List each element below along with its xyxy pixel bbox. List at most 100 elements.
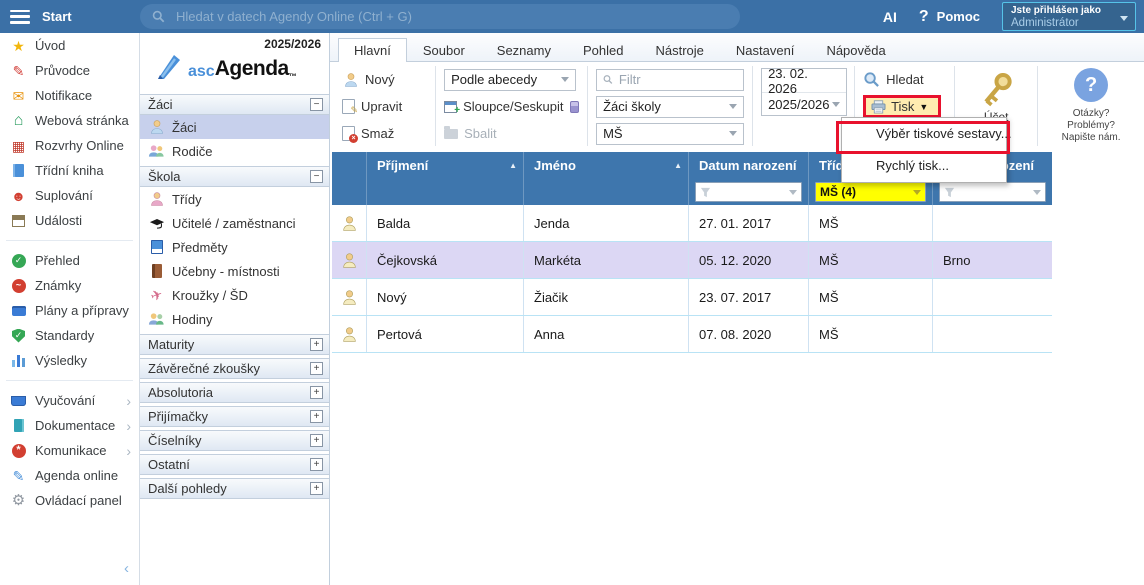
panel-item-tridy[interactable]: Třídy	[140, 187, 329, 211]
search-button[interactable]: Hledat	[863, 68, 946, 91]
menu-item-vyber-tiskove-sestavy[interactable]: Výběr tiskové sestavy...	[842, 118, 1006, 150]
column-header-datum-narozeni[interactable]: Datum narození	[688, 152, 808, 205]
sidebar-item-udalosti[interactable]: Události	[0, 208, 139, 233]
sidebar-item-notifikace[interactable]: ✉ Notifikace	[0, 83, 139, 108]
start-button[interactable]: Start	[42, 9, 72, 24]
tab-nastroje[interactable]: Nástroje	[639, 38, 719, 61]
expand-section-icon[interactable]: +	[310, 482, 323, 495]
section-header-ostatni[interactable]: Ostatní +	[140, 454, 329, 475]
table-row[interactable]: Nový Žiačik 23. 07. 2017 MŠ	[332, 279, 1052, 316]
ai-button[interactable]: AI	[883, 9, 897, 25]
class-filter-active[interactable]: MŠ (4)	[815, 182, 926, 202]
edit-record-button[interactable]: ✎ Upravit	[342, 95, 427, 118]
sidebar-item-tridni-kniha[interactable]: Třídní kniha	[0, 158, 139, 183]
tab-hlavni[interactable]: Hlavní	[338, 38, 407, 62]
delete-document-icon: ×	[342, 126, 355, 141]
sidebar-collapse-arrow[interactable]: ‹	[124, 560, 129, 577]
sidebar-item-ovladaci-panel[interactable]: ⚙ Ovládací panel	[0, 488, 139, 513]
section-header-dalsi-pohledy[interactable]: Další pohledy +	[140, 478, 329, 499]
sort-order-select[interactable]: Podle abecedy	[444, 69, 576, 91]
table-row-selected[interactable]: Čejkovská Markéta 05. 12. 2020 MŠ Brno	[332, 242, 1052, 279]
account-button[interactable]: Účet	[974, 68, 1018, 124]
tab-soubor[interactable]: Soubor	[407, 38, 481, 61]
section-header-zaverecne-zkousky[interactable]: Závěrečné zkoušky +	[140, 358, 329, 379]
shield-icon: ✓	[10, 328, 27, 344]
chevron-down-icon	[1120, 16, 1128, 21]
sidebar-item-rozvrhy-online[interactable]: ▦ Rozvrhy Online	[0, 133, 139, 158]
help-question-icon[interactable]: ?	[1074, 68, 1108, 102]
collapse-section-icon[interactable]: −	[310, 170, 323, 183]
print-button[interactable]: Tisk ▼	[863, 95, 941, 118]
table-row[interactable]: Balda Jenda 27. 01. 2017 MŠ	[332, 205, 1052, 242]
sidebar-item-prehled[interactable]: ✓ Přehled	[0, 248, 139, 273]
toolbar-group-record-actions: Nový ✎ Upravit × Smaž	[334, 66, 436, 146]
sidebar-item-znamky[interactable]: ~ Známky	[0, 273, 139, 298]
section-header-ciselniky[interactable]: Číselníky +	[140, 430, 329, 451]
expand-section-icon[interactable]: +	[310, 458, 323, 471]
hamburger-menu-icon[interactable]	[10, 10, 30, 24]
section-header-prijimacky[interactable]: Přijímačky +	[140, 406, 329, 427]
sidebar-item-pruvodce[interactable]: ✎ Průvodce	[0, 58, 139, 83]
class-select[interactable]: MŠ	[596, 123, 744, 145]
logo-asc-text: asc	[188, 63, 215, 81]
panel-item-krouzky[interactable]: ✈ Kroužky / ŠD	[140, 283, 329, 307]
panel-item-rodice[interactable]: Rodiče	[140, 139, 329, 163]
birth-date-filter[interactable]	[695, 182, 802, 202]
save-layout-icon[interactable]	[570, 101, 580, 113]
current-date-field[interactable]: 23. 02. 2026	[762, 69, 846, 92]
dropdown-arrow-icon: ▼	[919, 102, 928, 112]
section-header-absolutoria[interactable]: Absolutoria +	[140, 382, 329, 403]
sidebar-item-standardy[interactable]: ✓ Standardy	[0, 323, 139, 348]
section-header-maturity[interactable]: Maturity +	[140, 334, 329, 355]
sidebar-item-vyucovani[interactable]: Vyučování ›	[0, 388, 139, 413]
collapse-groups-button[interactable]: Sbalit	[444, 126, 497, 141]
sidebar-item-agenda-online[interactable]: ✎ Agenda online	[0, 463, 139, 488]
quick-filter-input[interactable]	[617, 71, 737, 88]
expand-section-icon[interactable]: +	[310, 410, 323, 423]
new-record-button[interactable]: Nový	[342, 68, 427, 91]
expand-section-icon[interactable]: +	[310, 338, 323, 351]
sidebar-item-dokumentace[interactable]: Dokumentace ›	[0, 413, 139, 438]
column-header-prijmeni[interactable]: Příjmení ▲	[366, 152, 523, 205]
view-scope-select[interactable]: Žáci školy	[596, 96, 744, 118]
table-row[interactable]: Pertová Anna 07. 08. 2020 MŠ	[332, 316, 1052, 353]
student-icon	[341, 252, 358, 268]
asc-logo-pen-icon	[154, 53, 184, 81]
help-button[interactable]: ? Pomoc	[919, 8, 980, 26]
sidebar-item-webova-stranka[interactable]: ⌂ Webová stránka	[0, 108, 139, 133]
sidebar-item-komunikace[interactable]: * Komunikace ›	[0, 438, 139, 463]
tab-seznamy[interactable]: Seznamy	[481, 38, 567, 61]
logged-in-user-menu[interactable]: Jste přihlášen jako Administrátor	[1002, 2, 1136, 31]
panel-item-zaci[interactable]: Žáci	[140, 115, 329, 139]
overview-check-icon: ✓	[10, 253, 27, 269]
menu-item-rychly-tisk[interactable]: Rychlý tisk...	[842, 150, 1006, 182]
panel-item-ucebny[interactable]: Učebny - místnosti	[140, 259, 329, 283]
school-year-label: 2025/2026	[140, 33, 329, 51]
global-search-input[interactable]	[174, 8, 728, 25]
panel-item-ucitele[interactable]: Učitelé / zaměstnanci	[140, 211, 329, 235]
delete-record-button[interactable]: × Smaž	[342, 122, 427, 145]
quick-filter-box[interactable]	[596, 69, 744, 91]
main-content: Hlavní Soubor Seznamy Pohled Nástroje Na…	[330, 33, 1144, 585]
global-search-box[interactable]	[140, 4, 740, 29]
panel-item-hodiny[interactable]: Hodiny	[140, 307, 329, 331]
expand-section-icon[interactable]: +	[310, 386, 323, 399]
sidebar-item-plany-a-pripravy[interactable]: Plány a přípravy	[0, 298, 139, 323]
expand-section-icon[interactable]: +	[310, 362, 323, 375]
tab-napoveda[interactable]: Nápověda	[810, 38, 901, 61]
collapse-section-icon[interactable]: −	[310, 98, 323, 111]
toolbar-group-filters: Žáci školy MŠ	[588, 66, 753, 146]
section-header-zaci[interactable]: Žáci −	[140, 94, 329, 115]
panel-item-predmety[interactable]: Předměty	[140, 235, 329, 259]
tab-pohled[interactable]: Pohled	[567, 38, 639, 61]
sidebar-item-suplovani[interactable]: ☻ Suplování	[0, 183, 139, 208]
expand-section-icon[interactable]: +	[310, 434, 323, 447]
tab-nastaveni[interactable]: Nastavení	[720, 38, 811, 61]
birthplace-filter[interactable]	[939, 182, 1046, 202]
column-header-jmeno[interactable]: Jméno ▲	[523, 152, 688, 205]
section-header-skola[interactable]: Škola −	[140, 166, 329, 187]
sidebar-item-vysledky[interactable]: Výsledky	[0, 348, 139, 373]
sidebar-item-uvod[interactable]: ★ Úvod	[0, 33, 139, 58]
columns-group-button[interactable]: + Sloupce/Seskupit	[444, 99, 563, 114]
bar-chart-icon	[10, 353, 27, 369]
